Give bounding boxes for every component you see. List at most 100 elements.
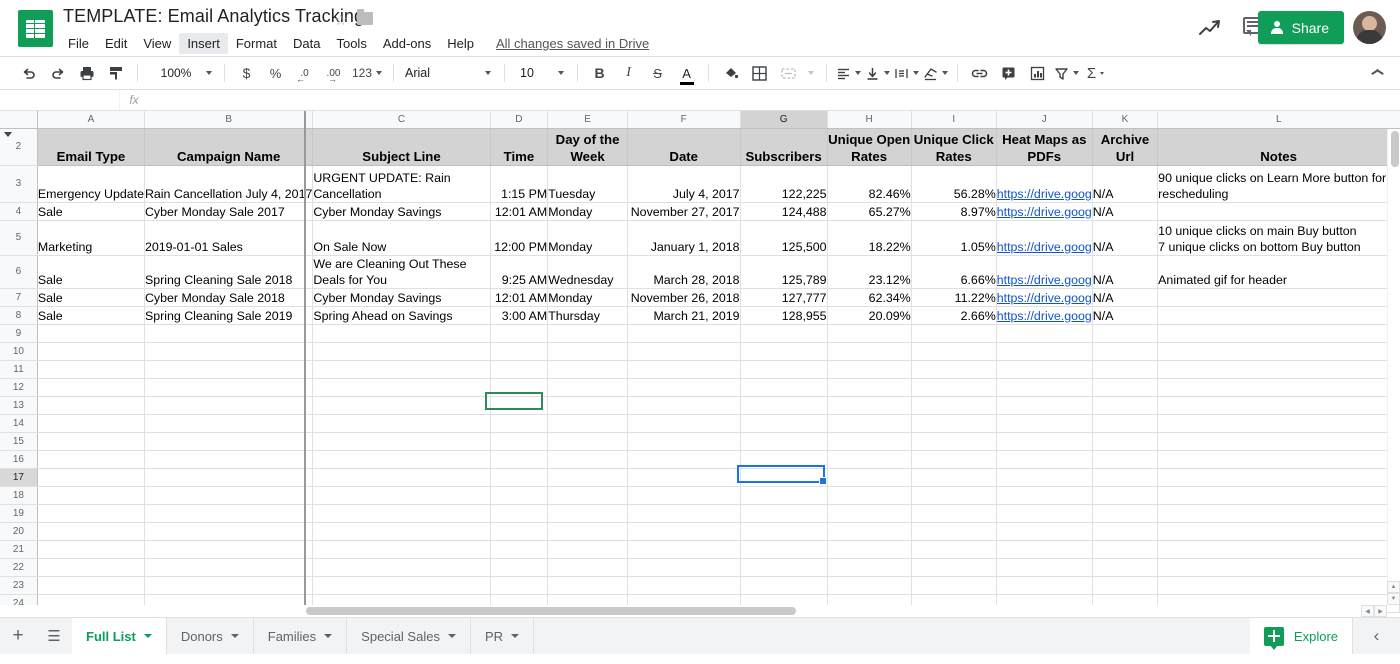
row-header-23[interactable]: 23 — [0, 576, 37, 594]
cell-A15[interactable] — [37, 432, 144, 450]
cell-D17[interactable] — [490, 468, 548, 486]
cell-D13[interactable] — [490, 396, 548, 414]
row-header-13[interactable]: 13 — [0, 396, 37, 414]
cell-D23[interactable] — [490, 576, 548, 594]
cell-G19[interactable] — [740, 504, 827, 522]
row-header-15[interactable]: 15 — [0, 432, 37, 450]
cell-E17[interactable] — [548, 468, 628, 486]
font-size-selector[interactable]: 10 — [512, 61, 570, 86]
menu-view[interactable]: View — [135, 33, 179, 54]
cell-J21[interactable] — [996, 540, 1092, 558]
cell-L13[interactable] — [1158, 396, 1400, 414]
cell-H19[interactable] — [827, 504, 911, 522]
cell-J11[interactable] — [996, 360, 1092, 378]
cell-K14[interactable] — [1092, 414, 1157, 432]
cell-I6[interactable]: 6.66% — [911, 255, 996, 288]
menu-help[interactable]: Help — [439, 33, 482, 54]
cell-G18[interactable] — [740, 486, 827, 504]
cell-G20[interactable] — [740, 522, 827, 540]
cell-J4-link[interactable]: https://drive.goog — [996, 202, 1092, 220]
cell-J13[interactable] — [996, 396, 1092, 414]
cell-C20[interactable] — [313, 522, 490, 540]
cell-F4[interactable]: November 27, 2017 — [627, 202, 740, 220]
increase-decimal-button[interactable]: .00 → — [320, 60, 347, 87]
cell-G11[interactable] — [740, 360, 827, 378]
cell-H4[interactable]: 65.27% — [827, 202, 911, 220]
cell-J3-link[interactable]: https://drive.goog — [996, 165, 1092, 202]
zoom-selector[interactable]: 100% — [146, 60, 216, 87]
cell-J14[interactable] — [996, 414, 1092, 432]
cell-F9[interactable] — [627, 324, 740, 342]
cell-J20[interactable] — [996, 522, 1092, 540]
insert-link-icon[interactable] — [966, 60, 993, 87]
column-header-G[interactable]: G — [740, 111, 827, 128]
cell-C12[interactable] — [313, 378, 490, 396]
text-color-button[interactable]: A — [673, 60, 700, 87]
document-title[interactable]: TEMPLATE: Email Analytics Tracking — [63, 6, 364, 27]
sheet-tab-families[interactable]: Families — [254, 618, 347, 654]
cell-D12[interactable] — [490, 378, 548, 396]
sheet-tab-full-list[interactable]: Full List — [72, 618, 167, 654]
cell-C17[interactable] — [313, 468, 490, 486]
row-header-17[interactable]: 17 — [0, 468, 37, 486]
row-header-5[interactable]: 5 — [0, 220, 37, 255]
cell-J7-link[interactable]: https://drive.goog — [996, 288, 1092, 306]
cell-G16[interactable] — [740, 450, 827, 468]
cell-A5[interactable]: Marketing — [37, 220, 144, 255]
cell-K7[interactable]: N/A — [1092, 288, 1157, 306]
cell-K12[interactable] — [1092, 378, 1157, 396]
fill-color-icon[interactable] — [717, 60, 744, 87]
cell-D9[interactable] — [490, 324, 548, 342]
collapse-toolbar-button[interactable] — [1371, 65, 1384, 78]
cell-J22[interactable] — [996, 558, 1092, 576]
chevron-down-icon[interactable] — [144, 634, 152, 638]
cell-F3[interactable]: July 4, 2017 — [627, 165, 740, 202]
cell-A11[interactable] — [37, 360, 144, 378]
cell-C13[interactable] — [313, 396, 490, 414]
cell-C7[interactable]: Cyber Monday Savings — [313, 288, 490, 306]
menu-tools[interactable]: Tools — [328, 33, 374, 54]
cell-K17[interactable] — [1092, 468, 1157, 486]
cell-L18[interactable] — [1158, 486, 1400, 504]
folder-icon[interactable] — [357, 12, 373, 25]
cell-D10[interactable] — [490, 342, 548, 360]
cell-E16[interactable] — [548, 450, 628, 468]
explore-button[interactable]: Explore — [1250, 618, 1352, 654]
cell-G7[interactable]: 127,777 — [740, 288, 827, 306]
cell-A12[interactable] — [37, 378, 144, 396]
cell-G12[interactable] — [740, 378, 827, 396]
chevron-down-icon[interactable] — [511, 634, 519, 638]
cell-B16[interactable] — [144, 450, 312, 468]
cell-J9[interactable] — [996, 324, 1092, 342]
column-header-D[interactable]: D — [490, 111, 548, 128]
cell-H6[interactable]: 23.12% — [827, 255, 911, 288]
cell-H21[interactable] — [827, 540, 911, 558]
text-wrapping-icon[interactable] — [893, 60, 920, 87]
insert-chart-icon[interactable] — [1024, 60, 1051, 87]
cell-L8[interactable] — [1158, 306, 1400, 324]
cell-I11[interactable] — [911, 360, 996, 378]
cell-C3[interactable]: URGENT UPDATE: Rain Cancellation — [313, 165, 490, 202]
row-header-18[interactable]: 18 — [0, 486, 37, 504]
cell-L20[interactable] — [1158, 522, 1400, 540]
cell-G15[interactable] — [740, 432, 827, 450]
filter-icon[interactable] — [1053, 60, 1080, 87]
chevron-down-icon[interactable] — [231, 634, 239, 638]
save-status[interactable]: All changes saved in Drive — [496, 36, 649, 51]
cell-E7[interactable]: Monday — [548, 288, 628, 306]
cell-H22[interactable] — [827, 558, 911, 576]
cell-E14[interactable] — [548, 414, 628, 432]
cell-J17[interactable] — [996, 468, 1092, 486]
select-all-corner[interactable] — [0, 111, 37, 128]
trending-up-icon[interactable] — [1198, 17, 1222, 39]
column-header-K[interactable]: K — [1092, 111, 1157, 128]
column-header-E[interactable]: E — [548, 111, 628, 128]
cell-F19[interactable] — [627, 504, 740, 522]
cell-A16[interactable] — [37, 450, 144, 468]
cell-D6[interactable]: 9:25 AM — [490, 255, 548, 288]
column-header-A[interactable]: A — [37, 111, 144, 128]
cell-B19[interactable] — [144, 504, 312, 522]
cell-I20[interactable] — [911, 522, 996, 540]
merge-cells-dropdown[interactable] — [804, 60, 818, 87]
cell-I12[interactable] — [911, 378, 996, 396]
